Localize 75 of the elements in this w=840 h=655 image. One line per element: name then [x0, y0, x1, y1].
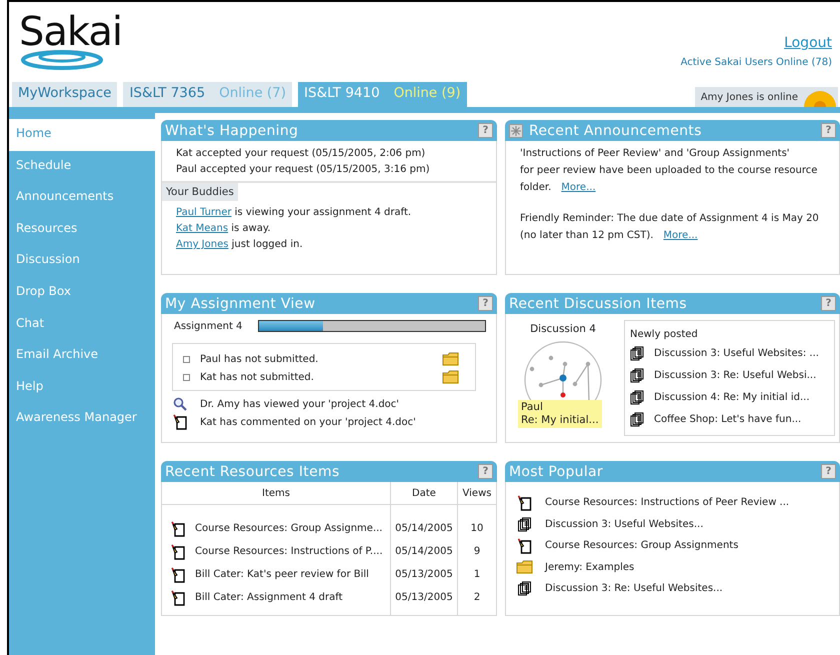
sidebar-item[interactable]: Awareness Manager	[9, 403, 155, 435]
active-users-text: Active Sakai Users Online (78)	[680, 57, 832, 68]
newly-posted-heading: Newly posted	[630, 329, 699, 340]
site-tab[interactable]: IS&LT 9410 Online (9)	[298, 82, 467, 107]
sidebar-item[interactable]: Help	[9, 372, 155, 404]
resource-link[interactable]: Course Resources: Group Assignme...	[195, 523, 382, 534]
announcement-text: Friendly Reminder: The due date of Assignment 4 is May 20 (no later than 12 pm CST). More...	[520, 212, 820, 243]
activity-text: Kat has commented on your 'project 4.doc'	[200, 416, 416, 428]
popular-item-link[interactable]: Discussion 3: Re: Useful Websites...	[545, 583, 723, 594]
submission-text: Paul has not submitted.	[200, 354, 320, 364]
sidebar-item[interactable]: Announcements	[9, 182, 155, 214]
tooltip-text: Paul	[521, 401, 544, 414]
sidebar-item[interactable]: Discussion	[9, 245, 155, 277]
discussion-link[interactable]: Coffee Shop: Let's have fun...	[654, 414, 802, 424]
table-cell: 1	[458, 563, 496, 586]
discussion-link[interactable]: Discussion 3: Re: Useful Websi...	[654, 370, 816, 380]
discussion-link[interactable]: Discussion 4: Re: My initial id...	[654, 392, 810, 402]
buddy-status-text: Kat Means is away.	[176, 222, 272, 236]
sidebar-item[interactable]: Resources	[9, 214, 155, 246]
help-button[interactable]: ?	[821, 123, 836, 138]
popular-item-link[interactable]: Course Resources: Group Assignments	[545, 540, 738, 552]
more-link[interactable]: More...	[663, 230, 698, 241]
buddy-link[interactable]: Kat Means	[176, 223, 228, 234]
logout-link[interactable]: Logout	[784, 35, 832, 51]
logo: Sakai	[19, 12, 122, 52]
help-button[interactable]: ?	[821, 296, 836, 311]
table-cell: 9	[458, 540, 496, 563]
site-tab[interactable]: IS&LT 7365 Online (7)	[123, 82, 292, 107]
popular-item-link[interactable]: Jeremy: Examples	[545, 562, 634, 573]
popular-item-link[interactable]: Discussion 3: Useful Websites...	[545, 518, 704, 530]
column-header: Items	[162, 482, 390, 504]
announcement-text: 'Instructions of Peer Review' and 'Group Assignments' for peer review have been uploaded to the course resource folder. More...	[520, 147, 818, 195]
table-cell: 10	[458, 517, 496, 540]
site-tab[interactable]: MyWorkspace	[12, 82, 118, 107]
help-button[interactable]: ?	[478, 464, 493, 479]
presence-indicator: Amy Jones is online	[694, 87, 838, 107]
panel-title: Most Popular	[509, 464, 604, 480]
graph-label: Discussion 4	[530, 323, 596, 335]
buddy-link[interactable]: Amy Jones	[176, 239, 228, 250]
table-cell: 05/14/2005	[390, 517, 458, 540]
popular-item-link[interactable]: Course Resources: Instructions of Peer Review ...	[545, 497, 790, 508]
assignment-label: Assignment 4	[173, 320, 242, 332]
table-cell: 05/14/2005	[390, 540, 458, 563]
request-text: Paul accepted your request (05/15/2005, 3:16 pm)	[176, 163, 431, 177]
sidebar-item[interactable]: Drop Box	[9, 276, 155, 309]
submission-text: Kat has not submitted.	[200, 372, 315, 382]
resource-link[interactable]: Bill Cater: Kat's peer review for Bill	[195, 569, 369, 580]
help-button[interactable]: ?	[821, 464, 836, 479]
table-cell: 05/13/2005	[390, 563, 458, 586]
panel-title: Recent Announcements	[529, 122, 703, 138]
discussion-link[interactable]: Discussion 3: Useful Websites: ...	[654, 348, 819, 358]
tooltip-text: Re: My initial...	[521, 414, 599, 427]
panel-title: What's Happening	[165, 122, 300, 138]
table-cell: 05/13/2005	[390, 586, 458, 609]
panel-title: Recent Resources Items	[165, 464, 341, 480]
activity-text: Dr. Amy has viewed your 'project 4.doc'	[200, 398, 400, 410]
buddies-heading: Your Buddies	[162, 183, 238, 201]
sidebar-item[interactable]: Chat	[9, 308, 155, 340]
column-header: Views	[458, 482, 496, 504]
panel-title: Recent Discussion Items	[509, 296, 688, 312]
buddy-status-text: Amy Jones just logged in.	[176, 238, 304, 252]
sidebar-item[interactable]: Home	[9, 119, 155, 151]
sidebar-item[interactable]: Email Archive	[9, 340, 155, 372]
help-button[interactable]: ?	[478, 296, 493, 311]
help-button[interactable]: ?	[478, 123, 493, 138]
table-cell: 2	[458, 586, 496, 609]
buddy-link[interactable]: Paul Turner	[176, 207, 232, 218]
sidebar-item[interactable]: Schedule	[9, 150, 155, 182]
column-header: Date	[390, 482, 458, 504]
buddy-status-text: Paul Turner is viewing your assignment 4 draft.	[176, 206, 412, 220]
panel-title: My Assignment View	[165, 296, 316, 312]
more-link[interactable]: More...	[561, 182, 596, 193]
resource-link[interactable]: Bill Cater: Assignment 4 draft	[195, 592, 342, 603]
resource-link[interactable]: Course Resources: Instructions of P....	[195, 546, 383, 557]
request-text: Kat accepted your request (05/15/2005, 2:06 pm)	[176, 147, 426, 161]
